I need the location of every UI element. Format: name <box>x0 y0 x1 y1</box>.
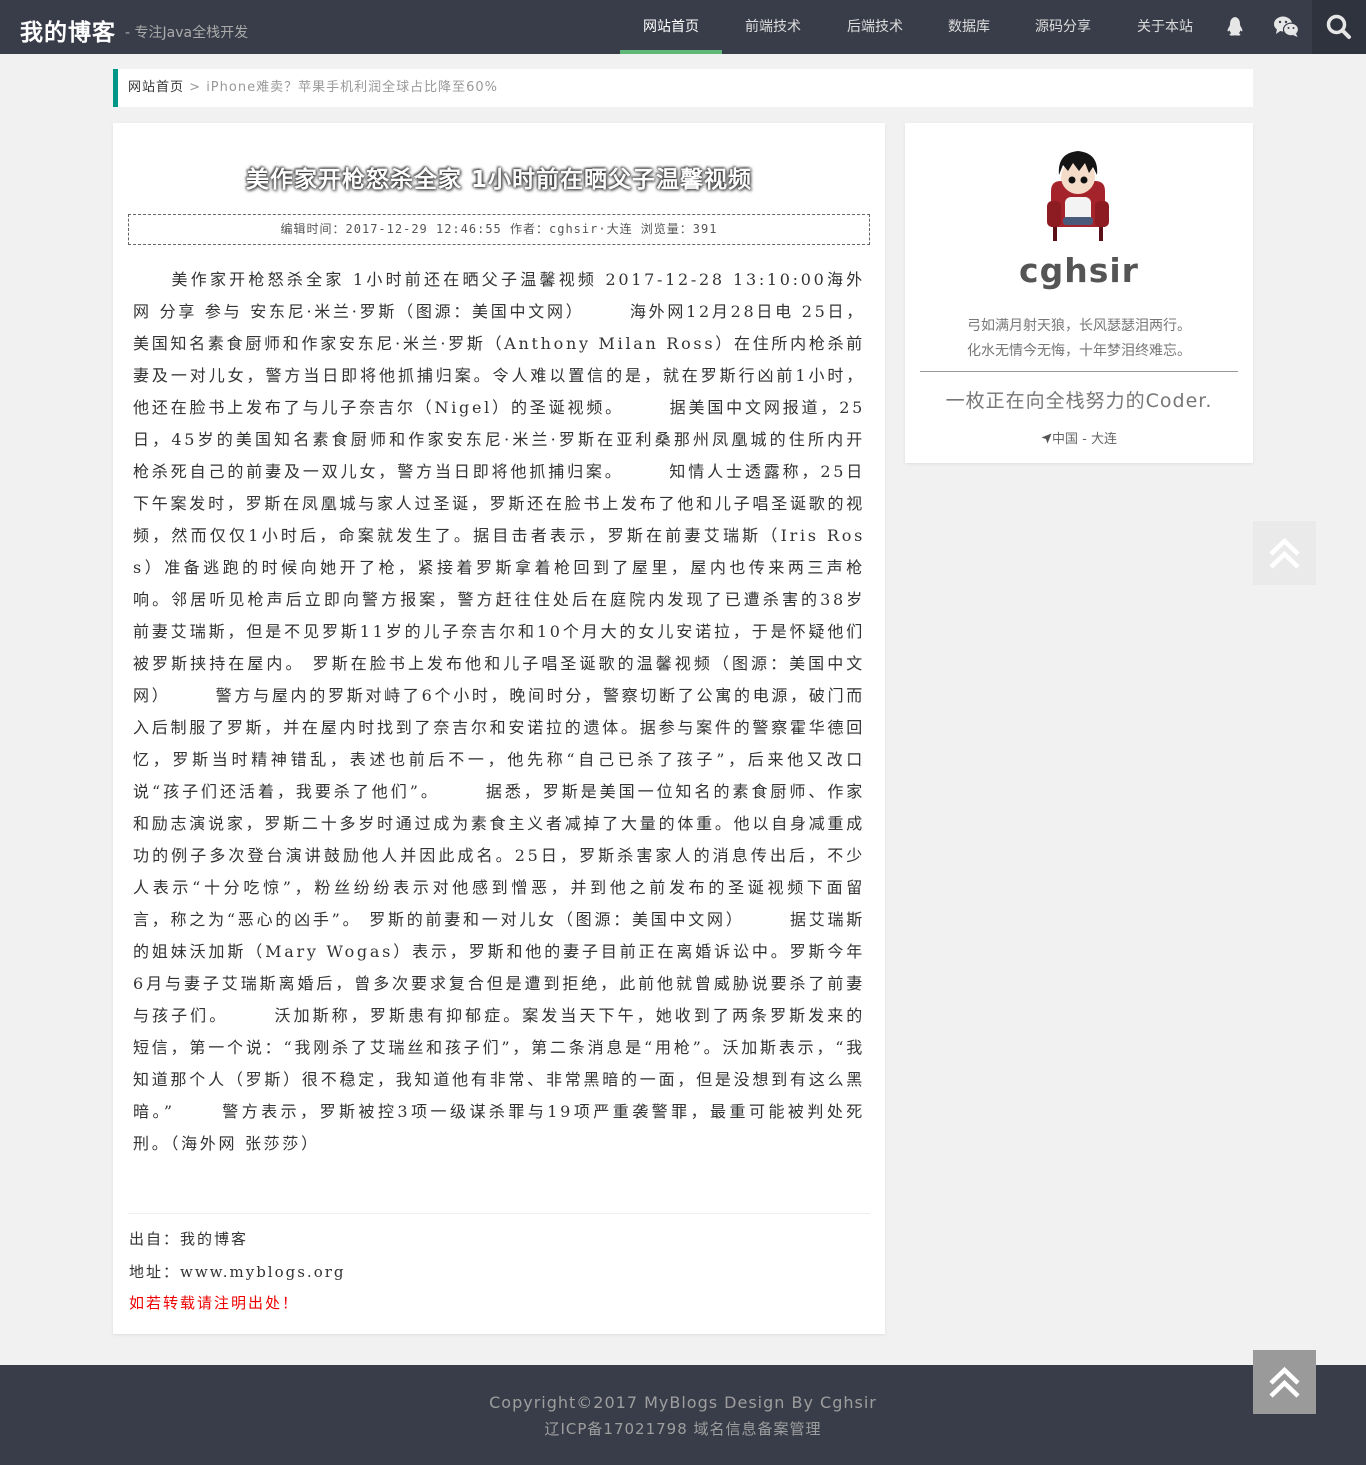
search-icon <box>1326 14 1351 39</box>
footer: Copyright©2017 MyBlogs Design By Cghsir … <box>0 1365 1366 1465</box>
profile-motto-line-1: 弓如满月射天狼，长风瑟瑟泪两行。 <box>967 318 1191 334</box>
article-divider <box>128 1213 870 1214</box>
wechat-icon[interactable] <box>1273 15 1300 39</box>
double-chevron-up-icon <box>1269 537 1300 569</box>
avatar <box>1033 141 1123 245</box>
article-body: 美作家开枪怒杀全家 1小时前还在晒父子温馨视频 2017-12-28 13:10… <box>133 270 865 1153</box>
search-button[interactable] <box>1312 0 1366 54</box>
nav-item-database[interactable]: 数据库 <box>926 0 1012 54</box>
article-title: 美作家开枪怒杀全家 1小时前在晒父子温馨视频 <box>245 167 752 193</box>
profile-divider <box>920 371 1238 372</box>
article-repost-notice: 如若转载请注明出处！ <box>129 1294 300 1312</box>
footer-copyright: Copyright©2017 MyBlogs Design By Cghsir <box>489 1393 877 1412</box>
article-address: 地址：www.myblogs.org <box>129 1263 346 1281</box>
profile-location: 中国 - 大连 <box>905 428 1253 448</box>
footer-icp[interactable]: 辽ICP备17021798 域名信息备案管理 <box>0 1418 1366 1439</box>
nav-item-source-share[interactable]: 源码分享 <box>1012 0 1114 54</box>
main-nav: 网站首页 前端技术 后端技术 数据库 源码分享 关于本站 <box>620 0 1216 54</box>
article-meta: 编辑时间：2017-12-29 12:46:55 作者：cghsir·大连 浏览… <box>128 214 870 245</box>
profile-card: cghsir 弓如满月射天狼，长风瑟瑟泪两行。 化水无情今无悔，十年梦泪终难忘。… <box>905 123 1253 463</box>
back-to-top-button[interactable] <box>1253 521 1316 585</box>
nav-item-home[interactable]: 网站首页 <box>620 0 722 54</box>
breadcrumb-current: iPhone难卖？苹果手机利润全球占比降至60% <box>206 80 498 95</box>
nav-item-frontend[interactable]: 前端技术 <box>722 0 824 54</box>
breadcrumb-separator: > <box>184 80 207 95</box>
qq-icon[interactable] <box>1224 15 1248 39</box>
profile-tagline: 一枚正在向全栈努力的Coder. <box>945 390 1213 412</box>
location-text: 中国 - 大连 <box>1052 432 1117 447</box>
nav-item-about[interactable]: 关于本站 <box>1114 0 1216 54</box>
article-source: 出自：我的博客 <box>129 1230 249 1248</box>
breadcrumb-home-link[interactable]: 网站首页 <box>128 80 184 95</box>
profile-name: cghsir <box>1019 251 1139 290</box>
site-logo[interactable]: 我的博客 <box>20 13 116 47</box>
nav-item-backend[interactable]: 后端技术 <box>824 0 926 54</box>
double-chevron-up-icon <box>1269 1366 1300 1398</box>
breadcrumb: 网站首页 > iPhone难卖？苹果手机利润全球占比降至60% <box>113 69 1253 107</box>
profile-motto-line-2: 化水无情今无悔，十年梦泪终难忘。 <box>967 343 1191 359</box>
site-slogan: - 专注Java全栈开发 <box>125 25 249 41</box>
article-card: 编辑时间：2017-12-29 12:46:55 作者：cghsir·大连 浏览… <box>113 123 885 1334</box>
top-header: 我的博客 - 专注Java全栈开发 网站首页 前端技术 后端技术 数据库 源码分… <box>0 0 1366 54</box>
back-to-top-button-footer[interactable] <box>1253 1350 1316 1414</box>
location-arrow-icon <box>1041 433 1052 448</box>
